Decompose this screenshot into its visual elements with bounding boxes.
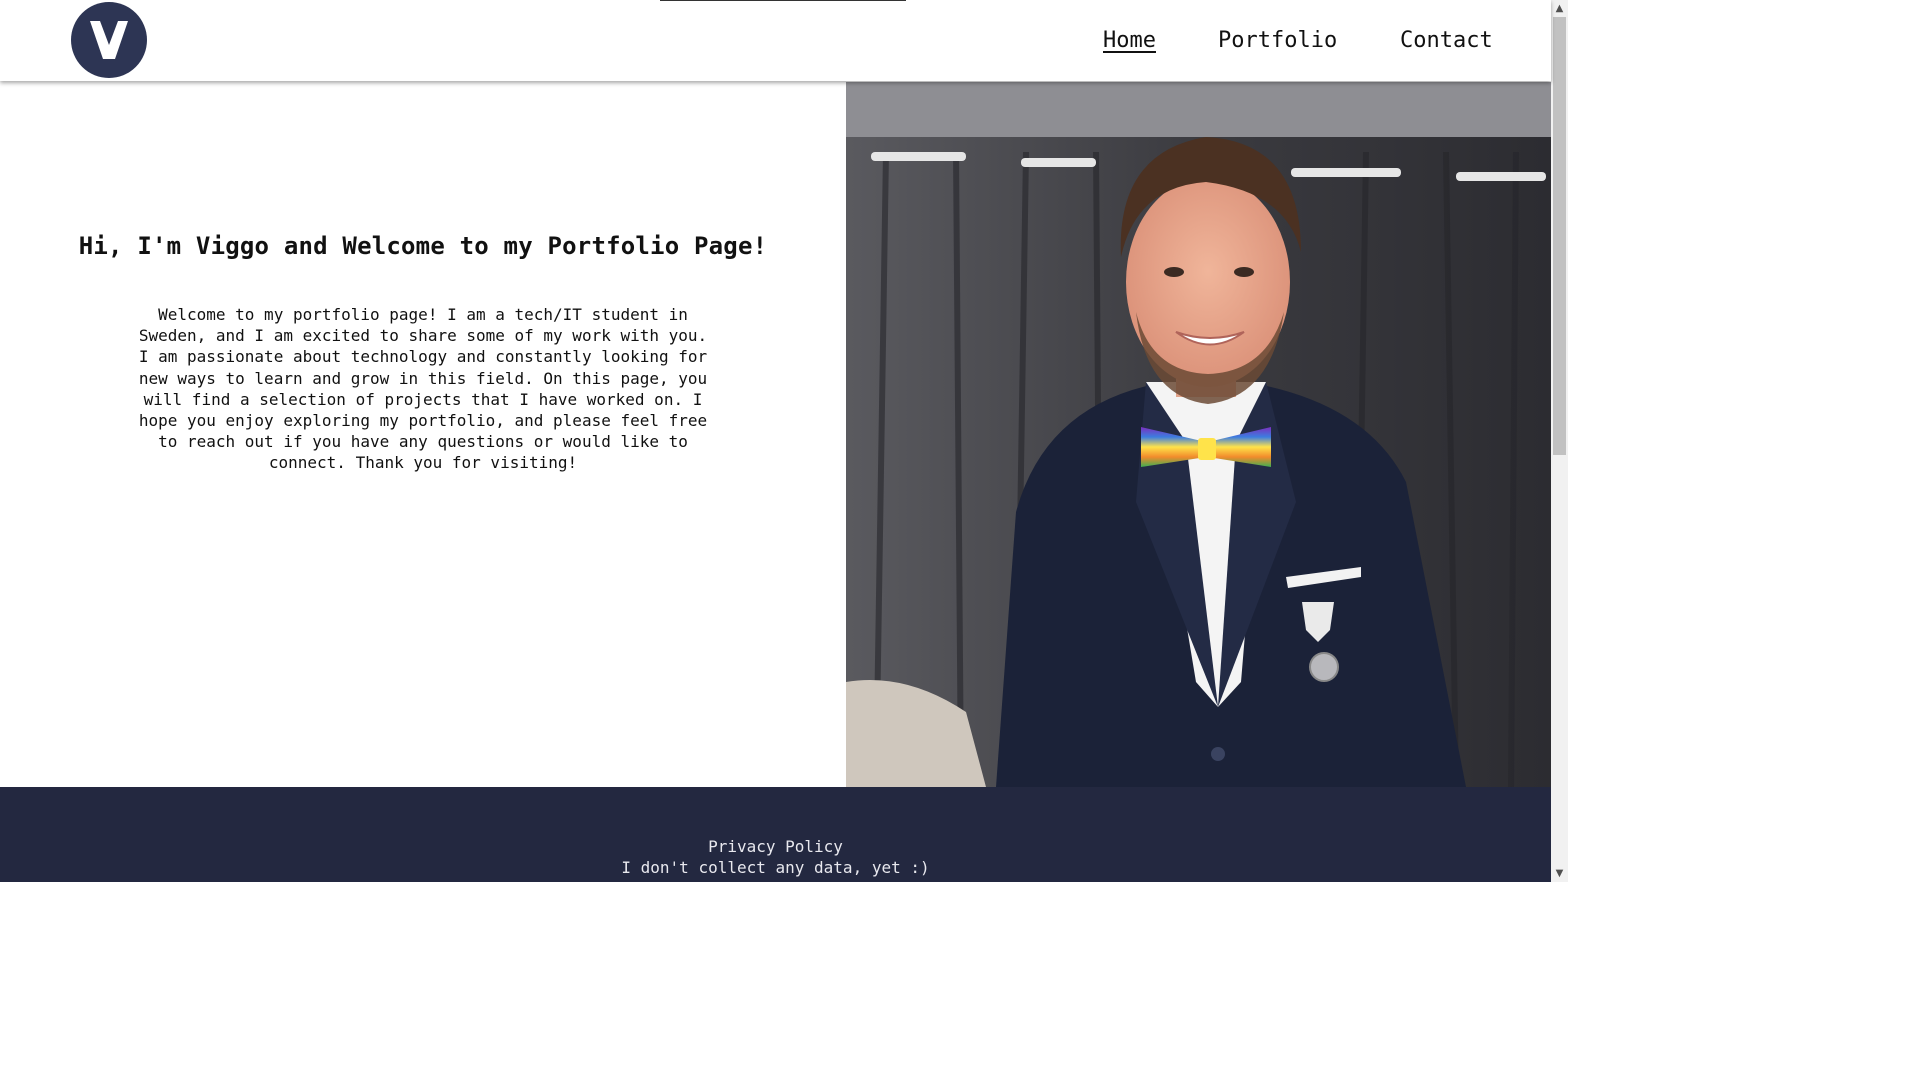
privacy-note: I don't collect any data, yet :) xyxy=(621,858,930,877)
page-title: Hi, I'm Viggo and Welcome to my Portfoli… xyxy=(78,232,768,260)
intro-section: Hi, I'm Viggo and Welcome to my Portfoli… xyxy=(0,82,846,787)
intro-paragraph: Welcome to my portfolio page! I am a tec… xyxy=(138,305,708,473)
header: Home Portfolio Contact xyxy=(0,0,1551,81)
page: Home Portfolio Contact Hi, I'm Viggo and… xyxy=(0,0,1568,882)
nav-contact-link[interactable]: Contact xyxy=(1400,28,1493,53)
main-content: Hi, I'm Viggo and Welcome to my Portfoli… xyxy=(0,82,1551,787)
logo-letter-v-icon xyxy=(90,21,128,59)
portrait-illustration xyxy=(846,82,1551,787)
privacy-policy-link[interactable]: Privacy Policy xyxy=(0,837,1551,856)
scroll-down-arrow-icon[interactable]: ▼ xyxy=(1551,865,1568,882)
footer: Privacy Policy I don't collect any data,… xyxy=(0,787,1551,882)
nav-portfolio-link[interactable]: Portfolio xyxy=(1218,28,1337,53)
scroll-up-arrow-icon[interactable]: ▲ xyxy=(1551,0,1568,17)
nav-home-link[interactable]: Home xyxy=(1103,28,1156,53)
top-divider xyxy=(660,0,906,1)
scroll-thumb[interactable] xyxy=(1553,17,1566,455)
portrait-photo xyxy=(846,82,1551,787)
logo-v-icon[interactable] xyxy=(71,2,147,78)
vertical-scrollbar[interactable]: ▲ ▼ xyxy=(1551,0,1568,882)
